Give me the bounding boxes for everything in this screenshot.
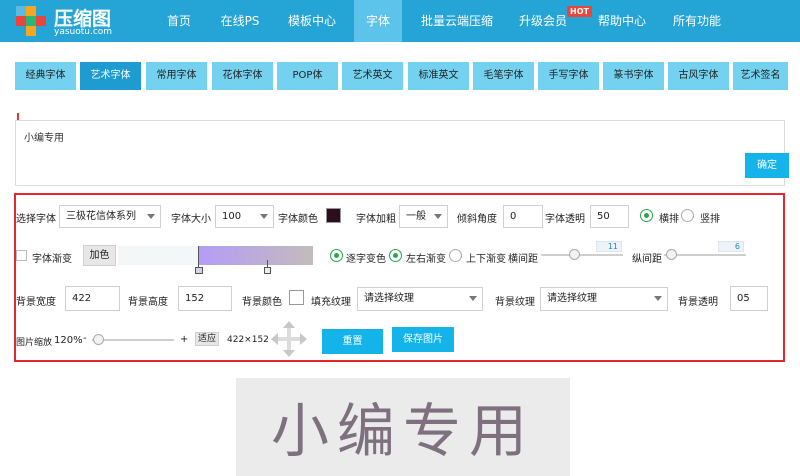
nav-upgrade-vip[interactable]: 升级会员 <box>516 0 570 42</box>
gradient-label: 字体渐变 <box>32 254 72 265</box>
tab-common[interactable]: 常用字体 <box>146 62 207 90</box>
tab-standard-english[interactable]: 标准英文 <box>408 62 469 90</box>
font-size-value: 100 <box>222 211 242 222</box>
tab-flower[interactable]: 花体字体 <box>212 62 273 90</box>
font-color-label: 字体颜色 <box>278 214 318 225</box>
font-opacity-input[interactable]: 50 <box>590 205 629 228</box>
fill-texture-label: 填充纹理 <box>311 297 351 308</box>
hot-badge: HOT <box>567 6 592 17</box>
text-input-area[interactable]: 小编专用 <box>15 120 785 186</box>
chevron-down-icon <box>654 296 662 301</box>
required-marker <box>17 113 19 120</box>
vertical-radio[interactable] <box>681 209 694 222</box>
tab-classic[interactable]: 经典字体 <box>15 62 76 90</box>
preview-text: 小编专用 <box>270 397 535 465</box>
per-char-color-radio[interactable] <box>330 249 343 262</box>
move-arrows-icon[interactable] <box>270 320 308 358</box>
nav-fonts[interactable]: 字体 <box>354 0 402 42</box>
preview-canvas: 小编专用 <box>236 378 570 476</box>
bg-height-input[interactable]: 152 <box>178 286 232 311</box>
zoom-slider-handle[interactable] <box>93 334 104 345</box>
tab-seal[interactable]: 篆书字体 <box>603 62 664 90</box>
zoom-value: 120% <box>54 335 83 346</box>
chevron-down-icon <box>260 214 268 219</box>
chevron-down-icon <box>434 214 442 219</box>
save-image-button[interactable]: 保存图片 <box>392 327 454 352</box>
bg-opacity-label: 背景透明 <box>678 297 718 308</box>
lr-gradient-label: 左右渐变 <box>406 254 446 265</box>
bg-color-label: 背景颜色 <box>242 297 282 308</box>
horizontal-radio[interactable] <box>640 209 653 222</box>
font-color-swatch[interactable] <box>326 208 341 223</box>
text-input-value: 小编专用 <box>24 133 64 144</box>
tab-ancient[interactable]: 古风字体 <box>668 62 729 90</box>
vspacing-slider-handle[interactable] <box>666 249 677 260</box>
chevron-down-icon <box>147 214 155 219</box>
bg-color-swatch[interactable] <box>289 290 304 305</box>
gradient-bar[interactable] <box>118 246 313 265</box>
zoom-out-button[interactable]: - <box>83 333 87 344</box>
per-char-color-label: 逐字变色 <box>346 254 386 265</box>
tab-art-english[interactable]: 艺术英文 <box>342 62 403 90</box>
zoom-slider[interactable] <box>92 339 174 341</box>
skew-angle-input[interactable]: 0 <box>503 205 543 228</box>
bg-texture-label: 背景纹理 <box>495 297 535 308</box>
nav-online-ps[interactable]: 在线PS <box>218 0 262 42</box>
bg-width-input[interactable]: 422 <box>65 286 120 311</box>
font-select-label: 选择字体 <box>16 214 56 225</box>
tb-gradient-label: 上下渐变 <box>466 254 506 265</box>
tab-pop[interactable]: POP体 <box>277 62 338 90</box>
font-opacity-label: 字体透明 <box>545 214 585 225</box>
hspacing-value: 11 <box>596 241 622 252</box>
top-navbar: 压缩图 yasuotu.com 首页 在线PS 模板中心 字体 批量云端压缩 升… <box>0 0 800 42</box>
tab-handwriting[interactable]: 手写字体 <box>538 62 599 90</box>
hspacing-label: 横间距 <box>508 254 538 265</box>
skew-angle-label: 倾斜角度 <box>457 214 497 225</box>
bg-width-label: 背景宽度 <box>16 297 56 308</box>
font-size-select[interactable]: 100 <box>215 205 274 228</box>
dimensions-readout: 422×152 <box>227 335 269 345</box>
font-bold-value: 一般 <box>406 211 426 222</box>
nav-template-center[interactable]: 模板中心 <box>284 0 340 42</box>
font-select-value: 三极花信体系列 <box>66 211 136 222</box>
nav-all-features[interactable]: 所有功能 <box>672 0 722 42</box>
bg-opacity-input[interactable]: 05 <box>730 286 768 311</box>
bg-height-label: 背景高度 <box>128 297 168 308</box>
horizontal-label: 横排 <box>659 214 679 225</box>
tab-signature[interactable]: 艺术签名 <box>733 62 788 90</box>
tab-brush[interactable]: 毛笔字体 <box>473 62 534 90</box>
zoom-label: 图片缩放 <box>16 338 53 348</box>
add-color-button[interactable]: 加色 <box>83 245 116 266</box>
tab-art[interactable]: 艺术字体 <box>80 62 141 90</box>
hspacing-slider[interactable] <box>541 254 623 256</box>
gradient-stop-handle[interactable] <box>264 267 271 274</box>
gradient-checkbox[interactable] <box>16 250 27 261</box>
reset-button[interactable]: 重置 <box>322 329 383 354</box>
tb-gradient-radio[interactable] <box>449 249 462 262</box>
confirm-button[interactable]: 确定 <box>745 153 789 178</box>
nav-help-center[interactable]: 帮助中心 <box>594 0 650 42</box>
vspacing-value: 6 <box>718 241 744 252</box>
logo-icon[interactable] <box>14 5 48 37</box>
vertical-label: 竖排 <box>700 214 720 225</box>
fill-texture-select[interactable]: 请选择纹理 <box>357 287 483 311</box>
font-size-label: 字体大小 <box>171 214 211 225</box>
nav-home[interactable]: 首页 <box>158 0 200 42</box>
chevron-down-icon <box>469 296 477 301</box>
hspacing-slider-handle[interactable] <box>569 249 580 260</box>
bg-texture-value: 请选择纹理 <box>547 293 597 304</box>
font-bold-label: 字体加粗 <box>356 214 396 225</box>
vspacing-label: 纵间距 <box>632 254 662 265</box>
lr-gradient-radio[interactable] <box>389 249 402 262</box>
zoom-in-button[interactable]: + <box>180 334 188 345</box>
bg-texture-select[interactable]: 请选择纹理 <box>540 287 668 311</box>
gradient-stop-handle[interactable] <box>195 267 203 274</box>
fit-button[interactable]: 适应 <box>195 332 219 346</box>
brand-domain: yasuotu.com <box>54 27 113 37</box>
font-bold-select[interactable]: 一般 <box>399 205 448 228</box>
font-select[interactable]: 三极花信体系列 <box>59 205 161 228</box>
nav-batch-compress[interactable]: 批量云端压缩 <box>418 0 496 42</box>
fill-texture-value: 请选择纹理 <box>364 293 414 304</box>
